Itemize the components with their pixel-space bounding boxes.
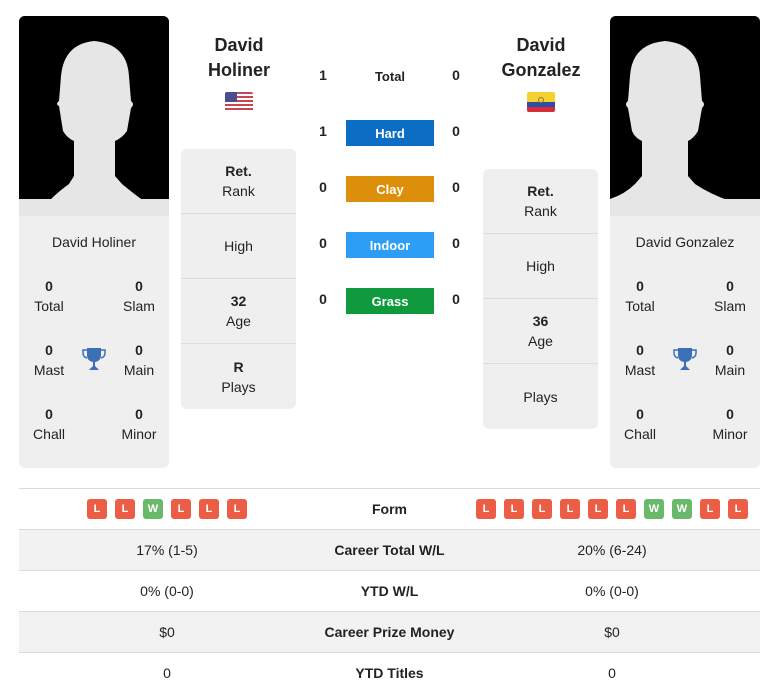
player1-titles-card: David Holiner 0 Total 0 Slam 0 Mast 0 Ma… (19, 216, 169, 468)
table-row: 17% (1-5) Career Total W/L 20% (6-24) (19, 530, 760, 571)
form-badge-loss[interactable]: L (700, 499, 720, 519)
player2-age: 36 Age (483, 299, 598, 364)
row-label: YTD Titles (355, 665, 424, 681)
player2-name: David Gonzalez (635, 234, 735, 250)
player2-minor-titles: 0 Minor (712, 406, 748, 442)
player2-value: 0 (608, 665, 616, 681)
form-badge-loss[interactable]: L (616, 499, 636, 519)
form-badge-loss[interactable]: L (560, 499, 580, 519)
h2h-grass-p1: 0 (319, 291, 327, 307)
player1-value: $0 (159, 624, 175, 640)
form-badge-loss[interactable]: L (532, 499, 552, 519)
player2-value: $0 (604, 624, 620, 640)
h2h-total-p2: 0 (452, 67, 460, 83)
h2h-hard-p2: 0 (452, 123, 460, 139)
player1-value: 0 (163, 665, 171, 681)
form-badge-loss[interactable]: L (87, 499, 107, 519)
form-row: LLWLLL Form LLLLLLWWLL (19, 489, 760, 530)
h2h-clay-p2: 0 (452, 179, 460, 195)
usa-flag-icon (225, 92, 253, 112)
player2-value: 0% (0-0) (585, 583, 639, 599)
surface-grass-button[interactable]: Grass (346, 288, 434, 314)
player2-value: 20% (6-24) (577, 542, 647, 558)
h2h-grass-p2: 0 (452, 291, 460, 307)
player1-plays: R Plays (221, 358, 256, 395)
form-badge-loss[interactable]: L (171, 499, 191, 519)
h2h-clay-p1: 0 (319, 179, 327, 195)
player1-photo (19, 16, 169, 216)
surface-indoor-button[interactable]: Indoor (346, 232, 434, 258)
player2-main-titles: 0 Main (714, 342, 746, 378)
player1-chall-titles: 0 Chall (33, 406, 65, 442)
player1-high: High (181, 214, 296, 279)
player1-rank: Ret. Rank (181, 149, 296, 214)
form-badge-loss[interactable]: L (588, 499, 608, 519)
player2-heading[interactable]: David Gonzalez (476, 33, 606, 83)
row-label: YTD W/L (360, 583, 419, 599)
form-badge-loss[interactable]: L (115, 499, 135, 519)
player2-chall-titles: 0 Chall (624, 406, 656, 442)
player2-rank: Ret. Rank (483, 169, 598, 234)
form-label: Form (372, 501, 407, 517)
table-row: 0% (0-0) YTD W/L 0% (0-0) (19, 571, 760, 612)
player2-photo (610, 16, 760, 216)
player1-info-panel: Ret. Rank High 32 Age R Plays (181, 149, 296, 409)
player1-name: David Holiner (51, 234, 137, 250)
player1-slam-titles: 0 Slam (123, 278, 155, 314)
player1-age: 32 Age (181, 279, 296, 344)
silhouette-icon (610, 16, 760, 216)
form-badge-loss[interactable]: L (504, 499, 524, 519)
h2h-total-p1: 1 (319, 67, 327, 83)
form-badge-win[interactable]: W (672, 499, 692, 519)
h2h-indoor-p1: 0 (319, 235, 327, 251)
h2h-hard-p1: 1 (319, 123, 327, 139)
player1-heading[interactable]: David Holiner (174, 33, 304, 83)
player1-minor-titles: 0 Minor (121, 406, 157, 442)
player2-total-titles: 0 Total (625, 278, 655, 314)
player1-value: 17% (1-5) (136, 542, 198, 558)
form-badge-win[interactable]: W (143, 499, 163, 519)
silhouette-icon (19, 16, 169, 216)
player2-mast-titles: 0 Mast (624, 342, 656, 378)
player1-form: LLWLLL (19, 489, 315, 529)
form-badge-loss[interactable]: L (476, 499, 496, 519)
table-row: $0 Career Prize Money $0 (19, 612, 760, 653)
form-badge-loss[interactable]: L (728, 499, 748, 519)
player2-info-panel: Ret. Rank High 36 Age Plays (483, 169, 598, 429)
player2-slam-titles: 0 Slam (714, 278, 746, 314)
player2-high: High (483, 234, 598, 299)
trophy-icon (673, 348, 697, 370)
form-badge-loss[interactable]: L (227, 499, 247, 519)
row-label: Career Total W/L (334, 542, 445, 558)
ecuador-flag-icon (527, 92, 555, 112)
surface-clay-button[interactable]: Clay (346, 176, 434, 202)
h2h-indoor-p2: 0 (452, 235, 460, 251)
form-badge-loss[interactable]: L (199, 499, 219, 519)
player1-main-titles: 0 Main (123, 342, 155, 378)
player1-value: 0% (0-0) (140, 583, 194, 599)
comparison-table: LLWLLL Form LLLLLLWWLL 17% (1-5) Career … (19, 488, 760, 694)
surface-hard-button[interactable]: Hard (346, 120, 434, 146)
player2-plays: Plays (523, 388, 558, 405)
h2h-total-label: Total (374, 69, 406, 84)
row-label: Career Prize Money (324, 624, 455, 640)
player1-mast-titles: 0 Mast (33, 342, 65, 378)
player1-total-titles: 0 Total (34, 278, 64, 314)
trophy-icon (82, 348, 106, 370)
form-badge-win[interactable]: W (644, 499, 664, 519)
player2-form: LLLLLLWWLL (464, 489, 760, 529)
table-row: 0 YTD Titles 0 (19, 653, 760, 694)
player2-titles-card: David Gonzalez 0 Total 0 Slam 0 Mast 0 M… (610, 216, 760, 468)
